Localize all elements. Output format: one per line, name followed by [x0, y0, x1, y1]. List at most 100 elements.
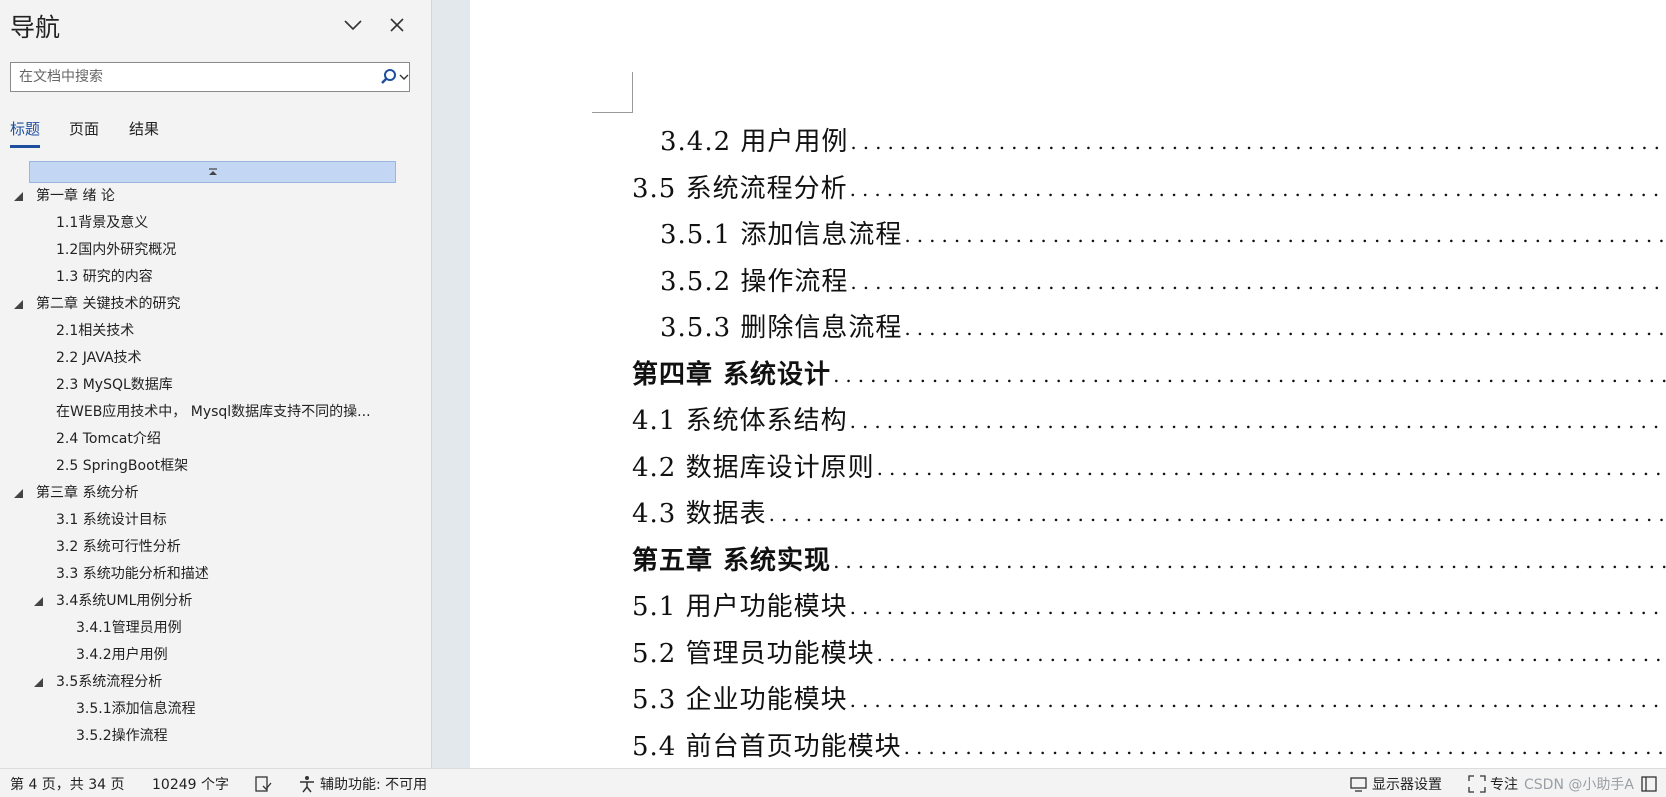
outline-item[interactable]: 2.2 JAVA技术: [0, 345, 432, 372]
proofing-icon[interactable]: [254, 775, 272, 793]
expand-triangle-icon[interactable]: [14, 300, 23, 309]
document-page[interactable]: 3.4.2 用户用例..............................…: [470, 0, 1666, 768]
toc-entry-text: 3.5 系统流程分析: [632, 173, 848, 204]
toc-entry[interactable]: 3.5 系统流程分析..............................…: [632, 165, 1666, 205]
display-settings-icon[interactable]: [1350, 775, 1368, 793]
accessibility-status[interactable]: 辅助功能: 不可用: [320, 774, 427, 794]
search-input[interactable]: [11, 63, 366, 91]
expand-triangle-icon[interactable]: [34, 597, 43, 606]
toc-leader-dots: ........................................…: [849, 595, 1666, 619]
outline-item-label: 3.5系统流程分析: [56, 674, 163, 690]
outline-item[interactable]: 2.3 MySQL数据库: [0, 372, 432, 399]
nav-search-box: [10, 62, 410, 92]
toc-leader-dots: ........................................…: [833, 362, 1666, 387]
page-count[interactable]: 第 4 页，共 34 页: [10, 774, 125, 794]
toc-leader-dots: ........................................…: [904, 223, 1666, 247]
outline-item[interactable]: 3.1 系统设计目标: [0, 507, 432, 534]
outline-item[interactable]: 3.4.2用户用例: [0, 642, 432, 669]
toc-entry[interactable]: 4.3 数据表.................................…: [632, 490, 1666, 530]
tab-headings[interactable]: 标题: [10, 118, 41, 148]
expand-triangle-icon[interactable]: [34, 678, 43, 687]
toc-leader-dots: ........................................…: [876, 641, 1666, 666]
toc-entry-text: 4.2 数据库设计原则: [632, 452, 875, 483]
outline-chapter-item[interactable]: 第一章 绪 论: [0, 183, 426, 210]
toc-leader-dots: ........................................…: [903, 734, 1666, 759]
toc-entry[interactable]: 4.1 系统体系结构..............................…: [632, 397, 1666, 437]
outline-item[interactable]: 3.4系统UML用例分析: [0, 588, 432, 615]
outline-item-label: 1.2国内外研究概况: [56, 242, 177, 258]
toc-entry-text: 第四章 系统设计: [632, 359, 832, 390]
outline-item-label: 3.5.1添加信息流程: [76, 701, 196, 717]
outline-item[interactable]: 3.2 系统可行性分析: [0, 534, 432, 561]
outline-item[interactable]: 2.1相关技术: [0, 318, 432, 345]
toc-entry[interactable]: 5.4 前台首页功能模块............................…: [632, 723, 1666, 763]
expand-triangle-icon[interactable]: [14, 489, 23, 498]
toc-entry[interactable]: 5.2 管理员功能模块.............................…: [632, 630, 1666, 670]
outline-item[interactable]: 1.3 研究的内容: [0, 264, 432, 291]
outline-item-label: 3.4.2用户用例: [76, 647, 168, 663]
outline-item-label: 3.5.2操作流程: [76, 728, 168, 743]
toc-leader-dots: ........................................…: [850, 130, 1666, 154]
outline-item-label: 2.4 Tomcat介绍: [56, 431, 161, 447]
outline-chapter-item[interactable]: 第二章 关键技术的研究: [0, 291, 426, 318]
toc-entry-text: 3.5.1 添加信息流程: [660, 220, 903, 250]
outline-item-label: 第三章 系统分析: [36, 485, 139, 501]
word-count[interactable]: 10249 个字: [152, 774, 229, 794]
toc-leader-dots: ........................................…: [849, 176, 1666, 201]
outline-item-label: 3.2 系统可行性分析: [56, 539, 181, 555]
toc-entry[interactable]: 第四章 系统设计................................…: [632, 351, 1666, 391]
outline-item[interactable]: 3.5系统流程分析: [0, 669, 432, 696]
toc-entry[interactable]: 5.3 企业功能模块..............................…: [632, 676, 1666, 716]
outline-item-label: 在WEB应用技术中， Mysql数据库支持不同的操...: [56, 404, 371, 420]
toc-leader-dots: ........................................…: [904, 316, 1666, 340]
outline-item[interactable]: 2.4 Tomcat介绍: [0, 426, 432, 453]
toc-entry[interactable]: 3.5.3 删除信息流程............................…: [660, 304, 1666, 344]
outline-item-label: 第二章 关键技术的研究: [36, 296, 181, 312]
outline-item[interactable]: 1.2国内外研究概况: [0, 237, 432, 264]
chevron-down-icon[interactable]: [399, 71, 409, 83]
search-icon[interactable]: [379, 67, 399, 87]
nav-close-button[interactable]: [382, 10, 412, 40]
outline-item[interactable]: 3.3 系统功能分析和描述: [0, 561, 432, 588]
page-corner-mark: [592, 72, 633, 113]
tab-pages[interactable]: 页面: [69, 118, 99, 145]
status-bar: 第 4 页，共 34 页 10249 个字 辅助功能: 不可用 显示器设置 专注…: [0, 768, 1666, 797]
toc-leader-dots: ........................................…: [850, 269, 1666, 294]
outline-item[interactable]: 在WEB应用技术中， Mysql数据库支持不同的操...: [0, 399, 432, 426]
accessibility-icon[interactable]: [298, 775, 316, 793]
outline-item-label: 2.3 MySQL数据库: [56, 377, 173, 393]
toc-entry-text: 5.4 前台首页功能模块: [632, 731, 902, 762]
collapse-all-button[interactable]: [29, 161, 396, 183]
toc-entry-text: 3.4.2 用户用例: [660, 127, 849, 157]
focus-button[interactable]: 专注: [1490, 774, 1518, 794]
expand-triangle-icon[interactable]: [14, 192, 23, 201]
focus-icon[interactable]: [1468, 775, 1486, 793]
view-layout-icon[interactable]: [1640, 775, 1658, 793]
outline-item[interactable]: 2.5 SpringBoot框架: [0, 453, 432, 480]
toc-entry[interactable]: 5.1 用户功能模块..............................…: [632, 583, 1666, 623]
toc-entry[interactable]: 3.4.2 用户用例..............................…: [660, 118, 1666, 158]
outline-item-label: 3.4系统UML用例分析: [56, 593, 193, 609]
outline-item-label: 3.3 系统功能分析和描述: [56, 566, 209, 582]
outline-item-label: 2.5 SpringBoot框架: [56, 458, 189, 474]
outline-item-label: 1.3 研究的内容: [56, 269, 153, 285]
outline-item-label: 2.2 JAVA技术: [56, 350, 142, 366]
nav-options-button[interactable]: [338, 10, 368, 40]
outline-item-label: 1.1背景及意义: [56, 215, 149, 231]
toc-entry-text: 5.3 企业功能模块: [632, 685, 848, 715]
toc-entry[interactable]: 4.2 数据库设计原则.............................…: [632, 444, 1666, 484]
toc-entry[interactable]: 第五章 系统实现................................…: [632, 537, 1666, 577]
toc-entry-text: 4.1 系统体系结构: [632, 406, 848, 436]
outline-item[interactable]: 3.4.1管理员用例: [0, 615, 432, 642]
tab-results[interactable]: 结果: [129, 118, 159, 145]
outline-chapter-item[interactable]: 第三章 系统分析: [0, 480, 426, 507]
outline-item[interactable]: 3.5.2操作流程: [0, 723, 432, 743]
outline-item[interactable]: 3.5.1添加信息流程: [0, 696, 432, 723]
toc-entry[interactable]: 3.5.2 操作流程..............................…: [660, 258, 1666, 298]
outline-item[interactable]: 1.1背景及意义: [0, 210, 432, 237]
display-settings-button[interactable]: 显示器设置: [1372, 774, 1442, 794]
toc-leader-dots: ........................................…: [876, 455, 1666, 480]
toc-entry-text: 第五章 系统实现: [632, 545, 832, 576]
collapse-all-icon: [208, 168, 217, 175]
toc-entry[interactable]: 3.5.1 添加信息流程............................…: [660, 211, 1666, 251]
